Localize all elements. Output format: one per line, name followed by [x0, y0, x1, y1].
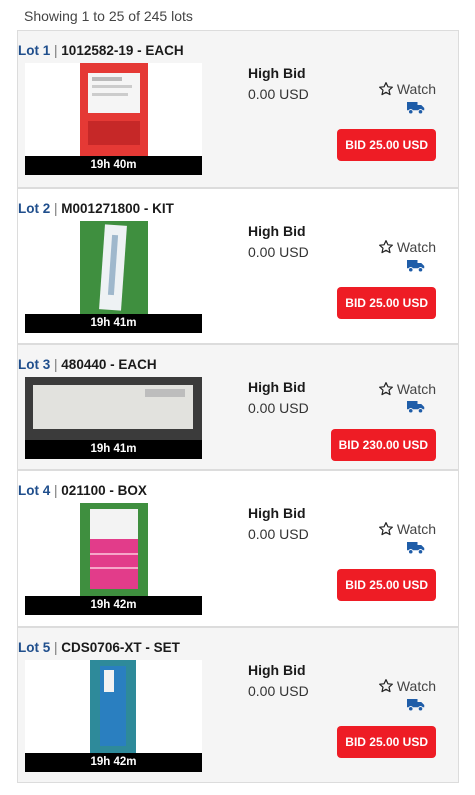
lot-header: Lot 3 | 480440 - EACH — [18, 357, 157, 372]
truck-icon — [407, 401, 425, 414]
product-photo — [80, 63, 148, 156]
lot-description: 480440 - EACH — [61, 357, 157, 372]
high-bid-label: High Bid — [248, 223, 306, 239]
time-remaining: 19h 40m — [25, 156, 202, 175]
lot-separator: | — [54, 357, 58, 372]
lot-header: Lot 4 | 021100 - BOX — [18, 483, 147, 498]
star-outline-icon — [378, 679, 393, 693]
lot-header: Lot 5 | CDS0706-XT - SET — [18, 640, 180, 655]
truck-icon — [407, 102, 425, 115]
truck-icon — [407, 260, 425, 273]
watch-label: Watch — [396, 678, 436, 694]
lot-number-link[interactable]: Lot 1 — [18, 43, 50, 58]
lot-number-link[interactable]: Lot 4 — [18, 483, 50, 498]
high-bid-label: High Bid — [248, 65, 306, 81]
high-bid-label: High Bid — [248, 379, 306, 395]
lot-card[interactable]: Lot 3 | 480440 - EACH 19h 41m High Bid 0… — [17, 344, 459, 470]
time-remaining: 19h 42m — [25, 596, 202, 615]
lot-separator: | — [54, 43, 58, 58]
lot-card[interactable]: Lot 4 | 021100 - BOX 19h 42m High Bid 0.… — [17, 470, 459, 627]
lot-separator: | — [54, 640, 58, 655]
product-photo — [25, 377, 202, 440]
watch-button[interactable]: Watch — [378, 81, 436, 97]
time-remaining: 19h 42m — [25, 753, 202, 772]
star-outline-icon — [378, 382, 393, 396]
high-bid-value: 0.00 USD — [248, 244, 309, 260]
watch-label: Watch — [396, 81, 436, 97]
lot-card[interactable]: Lot 1 | 1012582-19 - EACH 19h 40m High B… — [17, 30, 459, 188]
star-outline-icon — [378, 82, 393, 96]
product-photo — [80, 503, 148, 596]
watch-label: Watch — [396, 381, 436, 397]
bid-button[interactable]: BID 25.00 USD — [337, 129, 436, 161]
lot-image[interactable]: 19h 42m — [25, 660, 202, 772]
high-bid-label: High Bid — [248, 505, 306, 521]
high-bid-value: 0.00 USD — [248, 400, 309, 416]
watch-button[interactable]: Watch — [378, 239, 436, 255]
lot-description: 021100 - BOX — [61, 483, 147, 498]
truck-icon — [407, 542, 425, 555]
lot-description: M001271800 - KIT — [61, 201, 174, 216]
high-bid-value: 0.00 USD — [248, 86, 309, 102]
watch-button[interactable]: Watch — [378, 678, 436, 694]
lot-card[interactable]: Lot 5 | CDS0706-XT - SET 19h 42m High Bi… — [17, 627, 459, 783]
lot-image[interactable]: 19h 42m — [25, 503, 202, 615]
bid-button[interactable]: BID 25.00 USD — [337, 287, 436, 319]
lot-number-link[interactable]: Lot 5 — [18, 640, 50, 655]
watch-label: Watch — [396, 239, 436, 255]
star-outline-icon — [378, 240, 393, 254]
lot-description: CDS0706-XT - SET — [61, 640, 180, 655]
lot-image[interactable]: 19h 41m — [25, 221, 202, 333]
time-remaining: 19h 41m — [25, 314, 202, 333]
lot-separator: | — [54, 201, 58, 216]
lot-image[interactable]: 19h 40m — [25, 63, 202, 175]
bid-button[interactable]: BID 230.00 USD — [330, 429, 436, 461]
high-bid-value: 0.00 USD — [248, 526, 309, 542]
watch-button[interactable]: Watch — [378, 381, 436, 397]
lot-card[interactable]: Lot 2 | M001271800 - KIT 19h 41m High Bi… — [17, 188, 459, 344]
product-photo — [90, 660, 136, 753]
results-count: Showing 1 to 25 of 245 lots — [24, 8, 193, 24]
high-bid-label: High Bid — [248, 662, 306, 678]
product-photo — [80, 221, 148, 314]
watch-label: Watch — [396, 521, 436, 537]
lot-number-link[interactable]: Lot 3 — [18, 357, 50, 372]
bid-button[interactable]: BID 25.00 USD — [337, 569, 436, 601]
high-bid-value: 0.00 USD — [248, 683, 309, 699]
lot-description: 1012582-19 - EACH — [61, 43, 184, 58]
truck-icon — [407, 699, 425, 712]
lot-image[interactable]: 19h 41m — [25, 377, 202, 459]
lot-header: Lot 2 | M001271800 - KIT — [18, 201, 174, 216]
watch-button[interactable]: Watch — [378, 521, 436, 537]
lot-header: Lot 1 | 1012582-19 - EACH — [18, 43, 184, 58]
lot-number-link[interactable]: Lot 2 — [18, 201, 50, 216]
time-remaining: 19h 41m — [25, 440, 202, 459]
star-outline-icon — [378, 522, 393, 536]
lot-separator: | — [54, 483, 58, 498]
bid-button[interactable]: BID 25.00 USD — [337, 726, 436, 758]
